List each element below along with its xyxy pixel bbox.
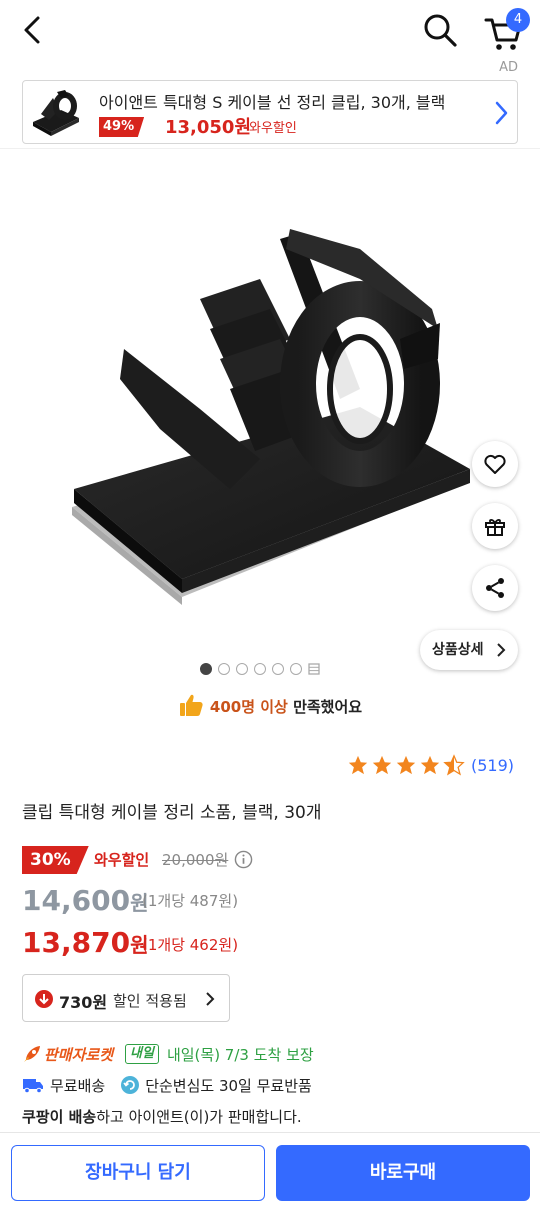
satisfaction-highlight: 400명 이상	[209, 698, 288, 716]
grid-view-icon[interactable]	[308, 663, 320, 675]
top-bar: 4 AD	[0, 0, 540, 75]
rocket-icon	[24, 1046, 40, 1062]
gallery-pagination[interactable]	[200, 662, 320, 676]
gallery-dot[interactable]	[236, 663, 248, 675]
wow-unit-price: (1개당 462원)	[142, 936, 239, 954]
buy-now-button[interactable]: 바로구매	[276, 1145, 530, 1201]
tomorrow-badge: 내일	[125, 1044, 159, 1064]
satisfaction-text: 만족했어요	[287, 698, 363, 716]
free-shipping-label: 무료배송	[50, 1076, 106, 1095]
search-button[interactable]	[420, 10, 460, 50]
review-count-link[interactable]: (519)	[471, 756, 514, 775]
wow-discount-label: 와우할인	[94, 851, 150, 869]
star-icon	[420, 755, 440, 775]
seller-info: 쿠팡이 배송하고 아이앤트(이)가 판매합니다.	[22, 1106, 302, 1127]
rocket-delivery-row: 판매자로켓 내일 내일(목) 7/3 도착 보장	[22, 1042, 314, 1066]
sale-price-number: 14,600	[22, 884, 131, 917]
free-return-label: 단순변심도 30일 무료반품	[145, 1076, 312, 1095]
gallery-dot[interactable]	[272, 663, 284, 675]
sale-unit-price: (1개당 487원)	[142, 892, 239, 910]
cart-button[interactable]: 4	[482, 8, 530, 52]
cart-count-badge: 4	[506, 8, 530, 32]
gallery-dot[interactable]	[254, 663, 266, 675]
original-price: 20,000원	[162, 851, 229, 869]
shipping-info-row: 무료배송 단순변심도 30일 무료반품	[22, 1074, 312, 1096]
truck-icon	[23, 1079, 43, 1094]
chevron-left-icon	[24, 16, 40, 44]
star-icon	[396, 755, 416, 775]
gift-button[interactable]	[472, 503, 518, 549]
product-image-gallery[interactable]	[0, 148, 540, 688]
search-icon	[424, 14, 457, 47]
share-icon	[486, 578, 504, 598]
chevron-right-icon	[497, 643, 506, 657]
share-button[interactable]	[472, 565, 518, 611]
gallery-dot[interactable]	[218, 663, 230, 675]
rocket-label: 판매자로켓	[44, 1045, 114, 1064]
info-icon[interactable]	[234, 850, 253, 869]
gift-icon	[485, 519, 505, 536]
coupon-text: 할인 적용됨	[113, 992, 187, 1010]
arrow-down-circle-icon	[35, 990, 53, 1008]
coupon-amount: 730원	[59, 993, 108, 1012]
product-detail-button[interactable]: 상품상세	[420, 630, 518, 670]
seller-text: 하고 아이앤트(이)가 판매합니다.	[96, 1108, 302, 1126]
back-button[interactable]	[16, 12, 50, 48]
wishlist-button[interactable]	[472, 441, 518, 487]
add-to-cart-button[interactable]: 장바구니 담기	[11, 1145, 265, 1201]
ad-banner[interactable]: 아이앤트 특대형 S 케이블 선 정리 클립, 30개, 블랙 49% 13,0…	[22, 80, 518, 144]
discount-rate-badge: 30%	[22, 846, 89, 874]
star-icon	[372, 755, 392, 775]
seller-delivery-bold: 쿠팡이 배송	[22, 1108, 97, 1126]
bottom-action-bar: 장바구니 담기 바로구매	[0, 1132, 540, 1210]
rating-summary[interactable]: (519)	[347, 754, 514, 776]
gallery-dot[interactable]	[200, 663, 212, 675]
chevron-right-icon	[206, 992, 215, 1006]
sale-price: 14,600원	[22, 884, 148, 917]
ad-discount-badge: 49%	[99, 117, 145, 137]
product-title: 클립 특대형 케이블 정리 소품, 블랙, 30개	[22, 803, 322, 823]
delivery-date: 내일(목) 7/3 도착 보장	[166, 1045, 314, 1064]
product-detail-label: 상품상세	[432, 642, 484, 658]
ad-product-thumbnail	[27, 84, 85, 140]
heart-icon	[484, 454, 506, 474]
half-star-icon	[443, 754, 465, 776]
ad-title: 아이앤트 특대형 S 케이블 선 정리 클립, 30개, 블랙	[99, 93, 446, 112]
chevron-right-icon	[495, 101, 508, 125]
wow-price-number: 13,870	[22, 926, 131, 959]
satisfaction-banner: 400명 이상 만족했어요	[0, 692, 540, 718]
coupon-discount-button[interactable]: 730원 할인 적용됨	[22, 974, 230, 1022]
ad-wow-label: 와우할인	[249, 121, 297, 136]
wow-price: 13,870원	[22, 926, 148, 959]
product-image	[72, 229, 470, 605]
ad-price: 13,050원	[165, 117, 252, 138]
thumbs-up-icon	[179, 694, 203, 716]
star-icon	[348, 755, 368, 775]
gallery-dot[interactable]	[290, 663, 302, 675]
ad-label: AD	[499, 60, 518, 75]
return-icon	[121, 1076, 140, 1094]
